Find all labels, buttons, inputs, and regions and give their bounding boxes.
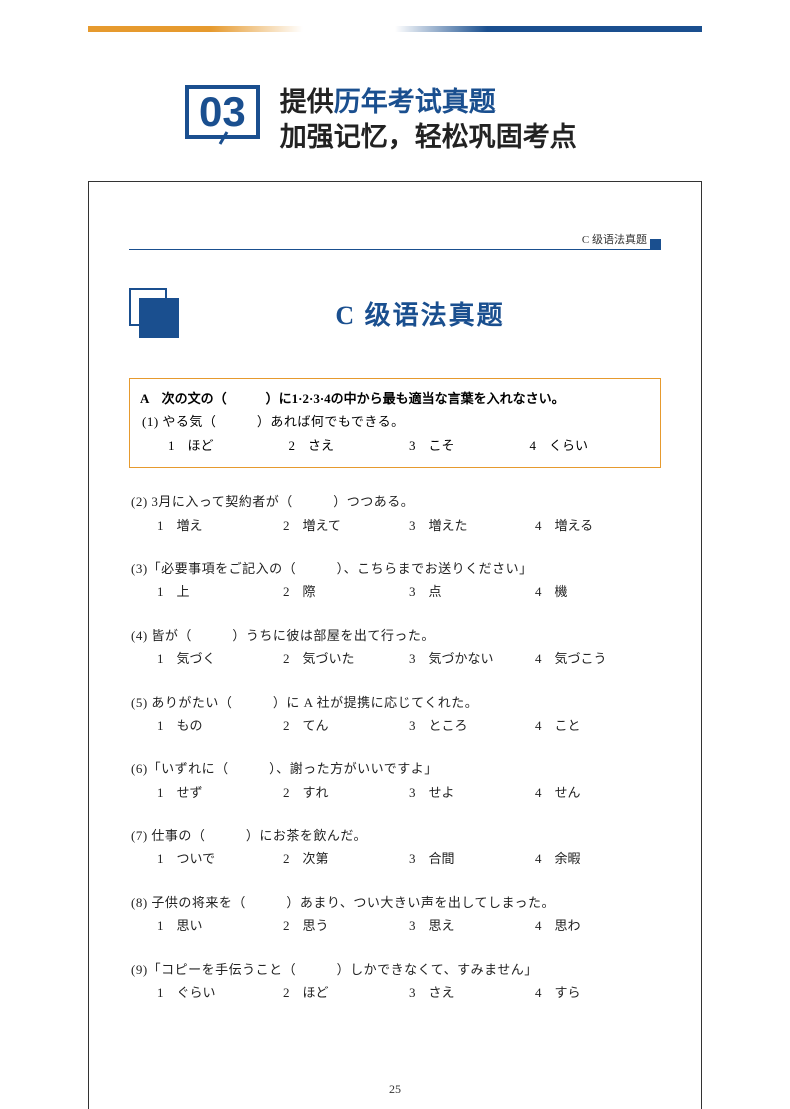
section-line2: 加强记忆，轻松巩固考点: [280, 122, 577, 152]
choice-option: 4 こと: [535, 714, 661, 737]
question-text: (8) 子供の将来を（ ）あまり、つい大きい声を出してしまった。: [129, 891, 661, 914]
section-line1-prefix: 提供: [280, 87, 334, 117]
choice-option: 3 点: [409, 580, 535, 603]
question-text: (6)「いずれに（ ）、謝った方がいいですよ」: [129, 757, 661, 780]
choice-option: 1 せず: [157, 781, 283, 804]
choice-option: 4 余暇: [535, 847, 661, 870]
choice-option: 1 気づく: [157, 647, 283, 670]
choice-option: 4 機: [535, 580, 661, 603]
question-text: (4) 皆が（ ）うちに彼は部屋を出て行った。: [129, 624, 661, 647]
choice-option: 4 思わ: [535, 914, 661, 937]
page-title: C 级语法真题: [179, 295, 661, 332]
running-head-text: C 级语法真题: [582, 231, 647, 247]
question-text: (2) 3月に入って契約者が（ ）つつある。: [129, 490, 661, 513]
choice-option: 2 てん: [283, 714, 409, 737]
question-text: (1) やる気（ ）あれば何でもできる。: [140, 410, 650, 433]
choice-option: 3 ところ: [409, 714, 535, 737]
choice-option: 4 せん: [535, 781, 661, 804]
choice-row: 1 ぐらい2 ほど3 さえ4 すら: [129, 981, 661, 1004]
section-line1-highlight: 历年考试真题: [334, 87, 496, 117]
section-number: 03: [199, 88, 246, 135]
choice-option: 1 ぐらい: [157, 981, 283, 1004]
section-title: 提供历年考试真题 加强记忆，轻松巩固考点: [280, 85, 577, 155]
choice-row: 1 上2 際3 点4 機: [129, 580, 661, 603]
choice-option: 2 すれ: [283, 781, 409, 804]
questions-container: (2) 3月に入って契約者が（ ）つつある。1 増え2 増えて3 増えた4 増え…: [129, 490, 661, 1004]
choice-row: 1 増え2 増えて3 増えた4 増える: [129, 514, 661, 537]
question-block: (2) 3月に入って契約者が（ ）つつある。1 増え2 増えて3 増えた4 増え…: [129, 490, 661, 537]
page-title-row: C 级语法真题: [129, 288, 661, 338]
choice-row: 1 思い2 思う3 思え4 思わ: [129, 914, 661, 937]
choice-option: 2 際: [283, 580, 409, 603]
choice-option: 1 ほど: [168, 434, 289, 457]
question-text: (7) 仕事の（ ）にお茶を飲んだ。: [129, 824, 661, 847]
choice-row: 1 もの2 てん3 ところ4 こと: [129, 714, 661, 737]
choice-option: 1 もの: [157, 714, 283, 737]
choice-option: 2 増えて: [283, 514, 409, 537]
section-number-box: 03: [185, 85, 260, 139]
question-text: (5) ありがたい（ ）に A 社が提携に応じてくれた。: [129, 691, 661, 714]
question-highlight-box: A 次の文の（ ）に1·2·3·4の中から最も適当な言葉を入れなさい。 (1) …: [129, 378, 661, 468]
choice-option: 1 上: [157, 580, 283, 603]
question-block: (5) ありがたい（ ）に A 社が提携に応じてくれた。1 もの2 てん3 とこ…: [129, 691, 661, 738]
choice-row: 1 せず2 すれ3 せよ4 せん: [129, 781, 661, 804]
section-instruction: A 次の文の（ ）に1·2·3·4の中から最も適当な言葉を入れなさい。: [140, 387, 650, 410]
choice-option: 3 気づかない: [409, 647, 535, 670]
choice-option: 2 次第: [283, 847, 409, 870]
choice-option: 2 気づいた: [283, 647, 409, 670]
choice-option: 3 さえ: [409, 981, 535, 1004]
choice-option: 2 ほど: [283, 981, 409, 1004]
question-text: (9)「コピーを手伝うこと（ ）しかできなくて、すみません」: [129, 958, 661, 981]
choice-option: 4 くらい: [530, 434, 651, 457]
page-number: 25: [89, 1082, 701, 1097]
choice-option: 4 すら: [535, 981, 661, 1004]
choice-option: 3 こそ: [409, 434, 530, 457]
choice-option: 4 増える: [535, 514, 661, 537]
running-head: C 级语法真题: [129, 232, 661, 250]
question-block: (7) 仕事の（ ）にお茶を飲んだ。1 ついで2 次第3 合間4 余暇: [129, 824, 661, 871]
top-gradient-bar: [88, 26, 702, 32]
question-block: (4) 皆が（ ）うちに彼は部屋を出て行った。1 気づく2 気づいた3 気づかな…: [129, 624, 661, 671]
question-block: (3)「必要事項をご記入の（ ）、こちらまでお送りください」1 上2 際3 点4…: [129, 557, 661, 604]
question-block: (6)「いずれに（ ）、謝った方がいいですよ」1 せず2 すれ3 せよ4 せん: [129, 757, 661, 804]
choice-option: 2 思う: [283, 914, 409, 937]
layered-squares-icon: [129, 288, 179, 338]
choice-option: 1 増え: [157, 514, 283, 537]
choice-option: 4 気づこう: [535, 647, 661, 670]
choice-option: 2 さえ: [289, 434, 410, 457]
choice-option: 3 合間: [409, 847, 535, 870]
choice-option: 1 思い: [157, 914, 283, 937]
choice-row: 1 ほど 2 さえ 3 こそ 4 くらい: [140, 434, 650, 457]
choice-option: 3 せよ: [409, 781, 535, 804]
page-frame: C 级语法真题 C 级语法真题 A 次の文の（ ）に1·2·3·4の中から最も適…: [88, 181, 702, 1109]
choice-option: 3 増えた: [409, 514, 535, 537]
choice-option: 1 ついで: [157, 847, 283, 870]
running-head-square-icon: [650, 239, 661, 250]
question-block: (8) 子供の将来を（ ）あまり、つい大きい声を出してしまった。1 思い2 思う…: [129, 891, 661, 938]
question-text: (3)「必要事項をご記入の（ ）、こちらまでお送りください」: [129, 557, 661, 580]
choice-row: 1 ついで2 次第3 合間4 余暇: [129, 847, 661, 870]
question-block: (9)「コピーを手伝うこと（ ）しかできなくて、すみません」1 ぐらい2 ほど3…: [129, 958, 661, 1005]
choice-row: 1 気づく2 気づいた3 気づかない4 気づこう: [129, 647, 661, 670]
choice-option: 3 思え: [409, 914, 535, 937]
section-header: 03 提供历年考试真题 加强记忆，轻松巩固考点: [185, 85, 577, 155]
